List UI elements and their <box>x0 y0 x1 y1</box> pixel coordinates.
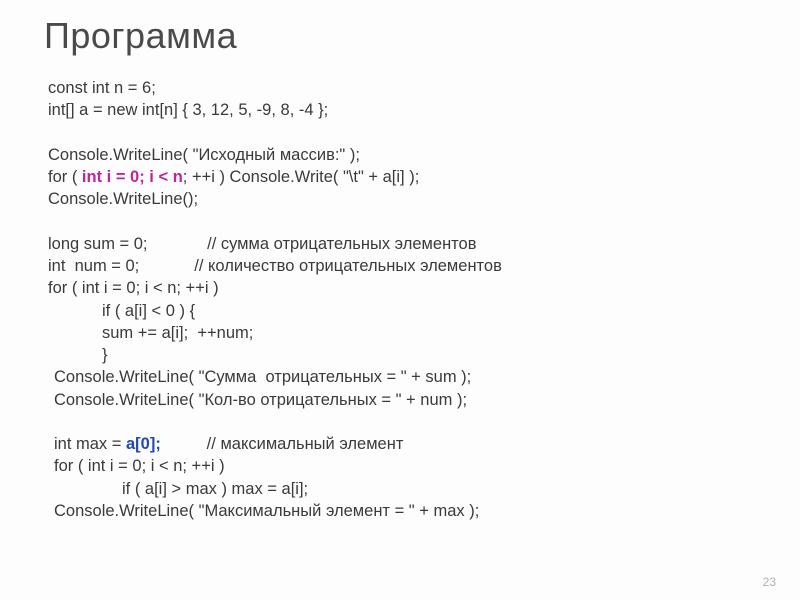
code-line: Console.WriteLine( "Сумма отрицательных … <box>48 366 471 388</box>
slide-content: Программа const int n = 6; int[] a = new… <box>0 0 800 600</box>
code-line: sum += a[i]; ++num; <box>48 322 253 344</box>
code-line: Console.WriteLine(); <box>48 190 198 208</box>
code-line: long sum = 0; // сумма отрицательных эле… <box>48 235 477 253</box>
code-line: } <box>48 344 108 366</box>
code-line: int max = a[0]; // максимальный элемент <box>48 433 403 455</box>
code-line: for ( int i = 0; i < n; ++i ) <box>48 279 219 297</box>
code-line: int[] a = new int[n] { 3, 12, 5, -9, 8, … <box>48 101 328 119</box>
code-line: int num = 0; // количество отрицательных… <box>48 257 502 275</box>
code-line: for ( int i = 0; i < n; ++i ) <box>48 455 225 477</box>
code-line: Console.WriteLine( "Максимальный элемент… <box>48 500 479 522</box>
code-line: const int n = 6; <box>48 79 156 97</box>
code-line: for ( int i = 0; i < n; ++i ) Console.Wr… <box>48 168 419 186</box>
slide-title: Программа <box>44 12 782 61</box>
code-line: Console.WriteLine( "Кол-во отрицательных… <box>48 389 467 411</box>
code-line: Console.WriteLine( "Исходный массив:" ); <box>48 146 360 164</box>
highlight-blue: a[0]; <box>126 435 161 453</box>
code-line: if ( a[i] < 0 ) { <box>48 300 195 322</box>
code-line: if ( a[i] > max ) max = a[i]; <box>48 478 308 500</box>
highlight-magenta: int i = 0; i < n <box>82 168 183 186</box>
page-number: 23 <box>763 574 776 590</box>
code-block: const int n = 6; int[] a = new int[n] { … <box>48 55 782 545</box>
